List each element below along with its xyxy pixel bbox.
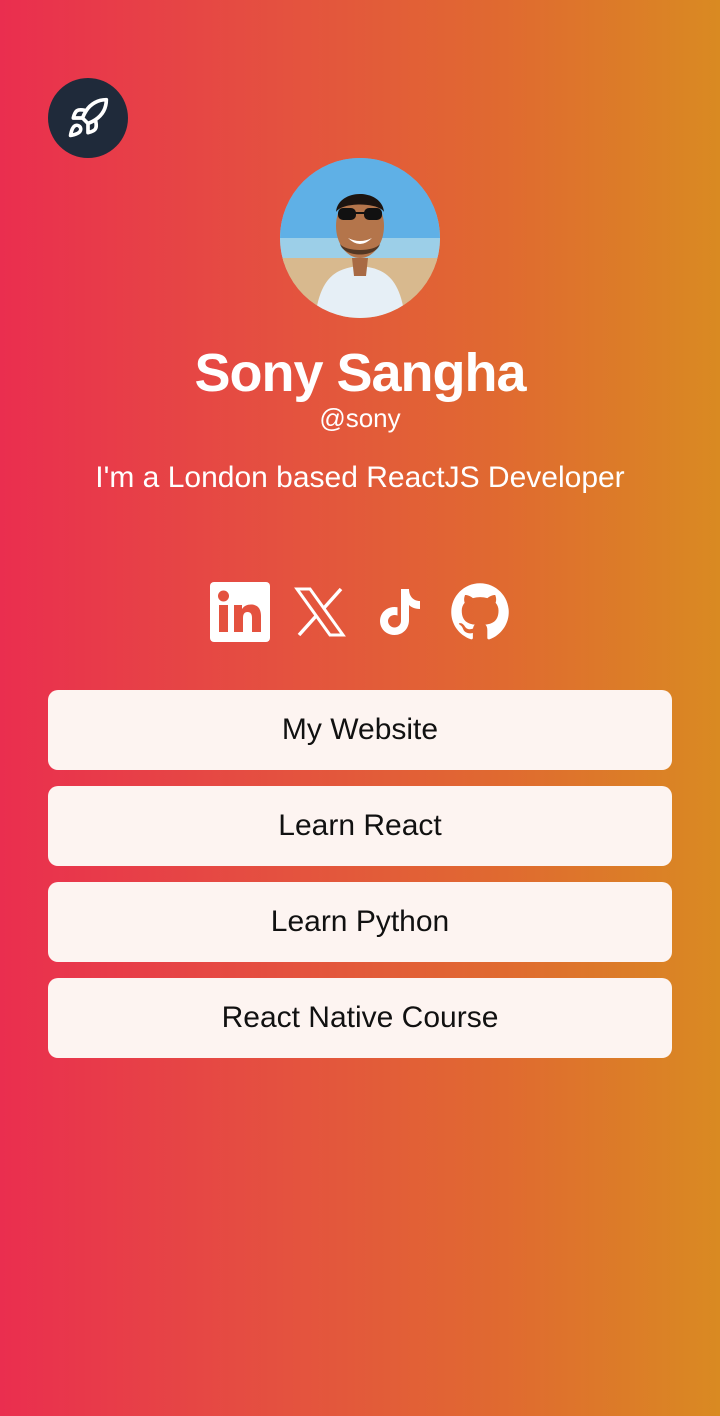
tiktok-icon: [380, 589, 420, 635]
github-icon: [451, 583, 509, 640]
link-list: My Website Learn React Learn Python Reac…: [48, 690, 672, 1058]
react-native-course-button[interactable]: React Native Course: [48, 978, 672, 1058]
learn-python-button[interactable]: Learn Python: [48, 882, 672, 962]
profile-handle: @sony: [319, 403, 401, 433]
learn-react-button[interactable]: Learn React: [48, 786, 672, 866]
x-link[interactable]: [290, 582, 350, 642]
github-link[interactable]: [450, 582, 510, 642]
linkedin-icon: [210, 582, 270, 642]
my-website-button[interactable]: My Website: [48, 690, 672, 770]
profile-name: Sony Sangha: [194, 343, 526, 403]
linkedin-link[interactable]: [210, 582, 270, 642]
profile-photo: [280, 158, 440, 318]
tiktok-link[interactable]: [370, 582, 430, 642]
rocket-icon: [68, 97, 109, 138]
social-links: [0, 582, 720, 642]
x-icon: [294, 587, 346, 637]
avatar: [280, 158, 440, 318]
share-button[interactable]: [48, 78, 128, 158]
profile-bio: I'm a London based ReactJS Developer: [95, 461, 625, 494]
